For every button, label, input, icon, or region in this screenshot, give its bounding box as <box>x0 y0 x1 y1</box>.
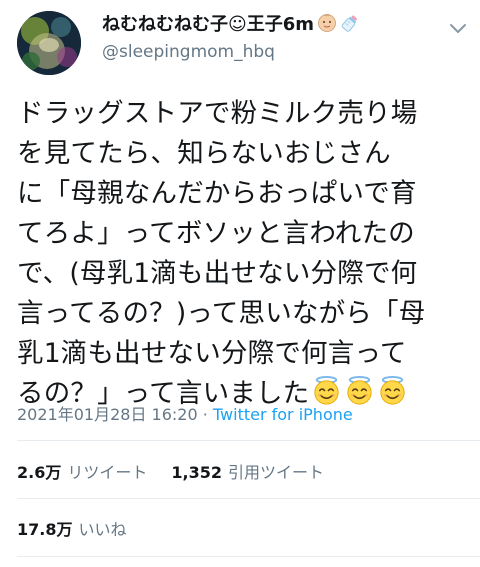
retweets-label: リツイート <box>67 463 148 482</box>
divider <box>17 440 480 441</box>
display-name-text: ねむねむねむ子☺王子6m <box>102 14 315 35</box>
avatar-image <box>17 11 81 75</box>
likes-count: 17.8万 <box>17 520 73 539</box>
tweet-line: で、(母乳1滴も出せない分際で何 <box>17 258 418 289</box>
tweet-header: ねむねむねむ子☺王子6m @sleepingmom_hbq <box>0 0 480 84</box>
smiling-face-with-halo-emoji-icon <box>380 375 405 405</box>
tweet-source-link[interactable]: Twitter for iPhone <box>213 405 353 424</box>
tweet-line: ドラッグストアで粉ミルク売り場 <box>17 98 418 129</box>
divider <box>17 556 480 557</box>
user-handle[interactable]: @sleepingmom_hbq <box>102 42 275 62</box>
retweets-stat[interactable]: 2.6万 リツイート <box>17 463 147 482</box>
likes-label: いいね <box>78 520 127 539</box>
meta-separator: · <box>197 405 213 424</box>
retweets-count: 2.6万 <box>17 463 62 482</box>
quotes-count: 1,352 <box>171 463 222 482</box>
tweet-timestamp[interactable]: 2021年01月28日 16:20 <box>17 405 198 424</box>
baby-emoji-icon <box>318 14 336 32</box>
display-name[interactable]: ねむねむねむ子☺王子6m <box>102 10 360 36</box>
quotes-stat[interactable]: 1,352 引用ツイート <box>171 463 324 482</box>
chevron-down-icon[interactable] <box>446 16 470 40</box>
tweet-line: てろよ」ってボソッと言われたの <box>17 218 415 249</box>
tweet-meta: 2021年01月28日 16:20 · Twitter for iPhone <box>17 401 353 425</box>
tweet-line: を見てたら、知らないおじさん <box>17 138 391 169</box>
likes-stat[interactable]: 17.8万 いいね <box>17 516 127 540</box>
avatar[interactable] <box>17 11 81 75</box>
tweet-text: ドラッグストアで粉ミルク売り場 を見てたら、知らないおじさん に「母親なんだから… <box>17 94 467 414</box>
quotes-label: 引用ツイート <box>227 463 324 482</box>
tweet-line: 乳1滴も出せない分際で何言って <box>17 338 407 369</box>
tweet-line: 言ってるの？)って思いながら「母 <box>17 298 426 329</box>
baby-bottle-emoji-icon <box>341 15 357 32</box>
tweet-line: に「母親なんだからおっぱいで育 <box>17 178 417 209</box>
engagement-stats: 2.6万 リツイート 1,352 引用ツイート <box>17 459 324 483</box>
divider <box>17 498 480 499</box>
